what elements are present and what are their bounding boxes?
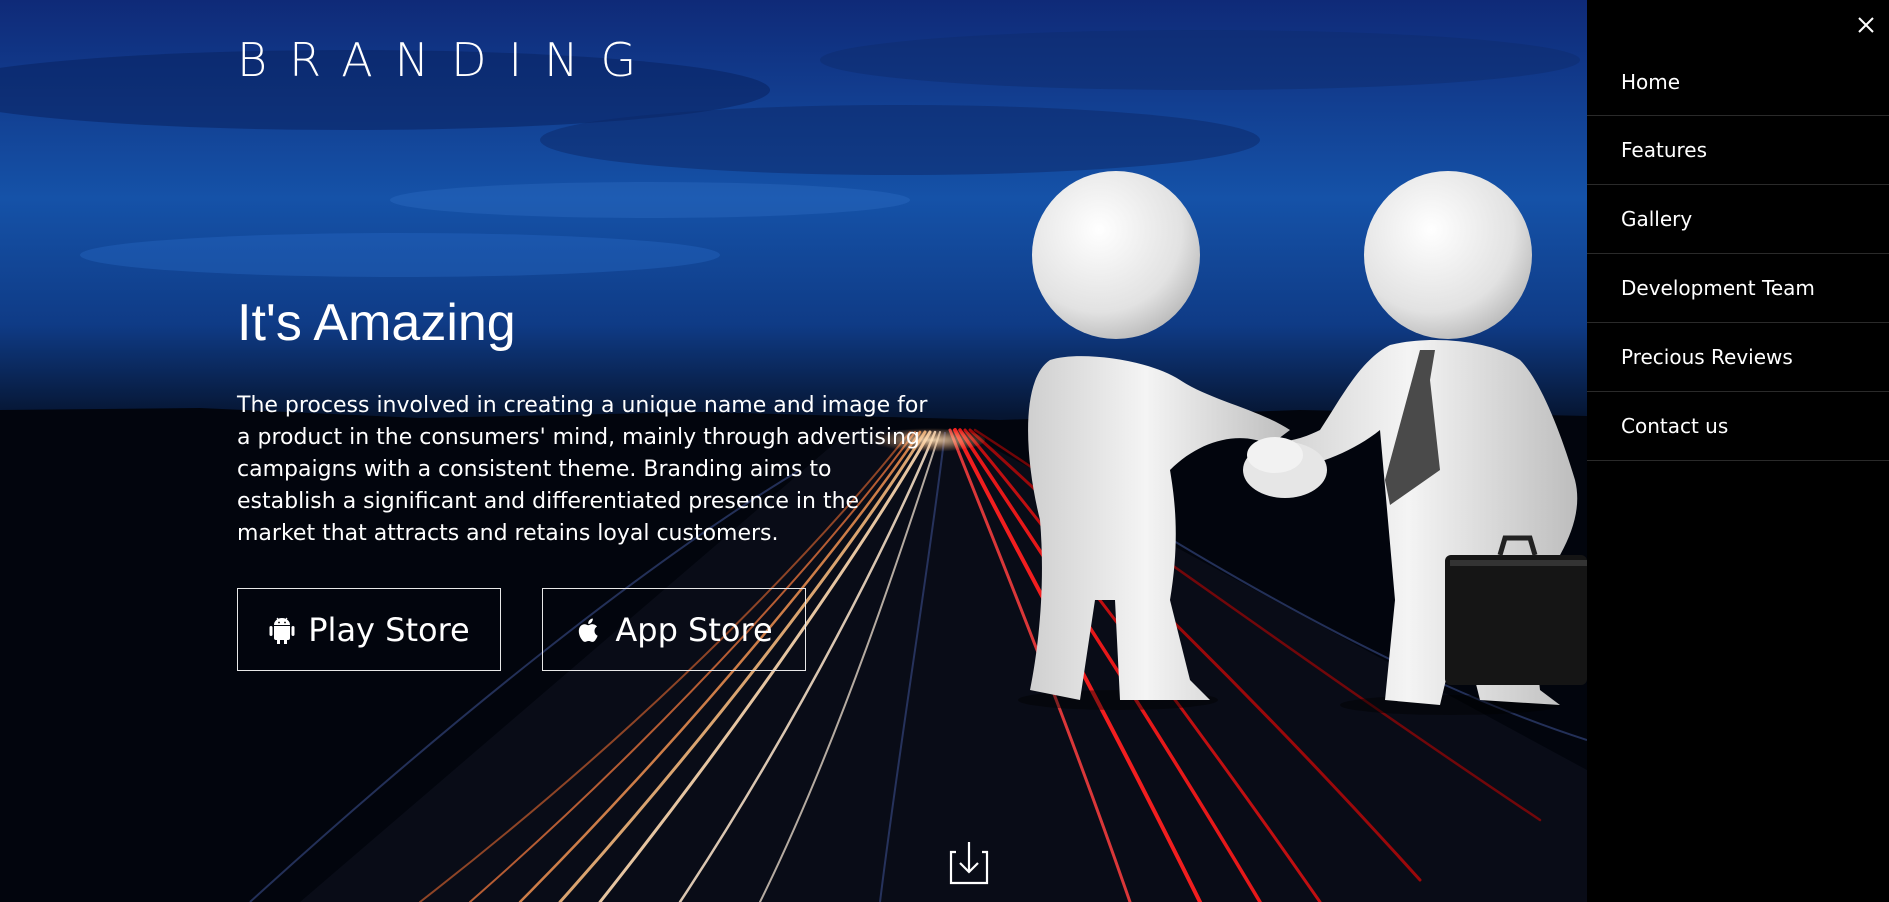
side-menu-list: Home Features Gallery Development Team P… [1587,48,1889,461]
play-store-label: Play Store [308,610,470,649]
app-store-button[interactable]: App Store [542,588,806,671]
menu-item-home[interactable]: Home [1587,48,1889,116]
landing-page: BRANDING It's Amazing The process involv… [0,0,1889,902]
menu-item-features[interactable]: Features [1587,116,1889,185]
hero-section: BRANDING It's Amazing The process involv… [0,0,1587,902]
close-icon [1858,17,1874,33]
hero-description: The process involved in creating a uniqu… [237,393,928,546]
play-store-button[interactable]: Play Store [237,588,501,671]
download-arrow-icon [949,842,989,885]
menu-item-development-team[interactable]: Development Team [1587,254,1889,323]
scroll-down-button[interactable] [948,840,990,886]
android-icon [268,615,296,645]
close-menu-button[interactable] [1853,12,1879,38]
menu-item-gallery[interactable]: Gallery [1587,185,1889,254]
side-menu: Home Features Gallery Development Team P… [1587,0,1889,902]
menu-item-contact-us[interactable]: Contact us [1587,392,1889,461]
app-store-label: App Store [615,610,773,649]
apple-icon [575,615,603,645]
brand-logo[interactable]: BRANDING [237,32,658,88]
menu-item-precious-reviews[interactable]: Precious Reviews [1587,323,1889,392]
hero-headline: It's Amazing [237,294,516,352]
